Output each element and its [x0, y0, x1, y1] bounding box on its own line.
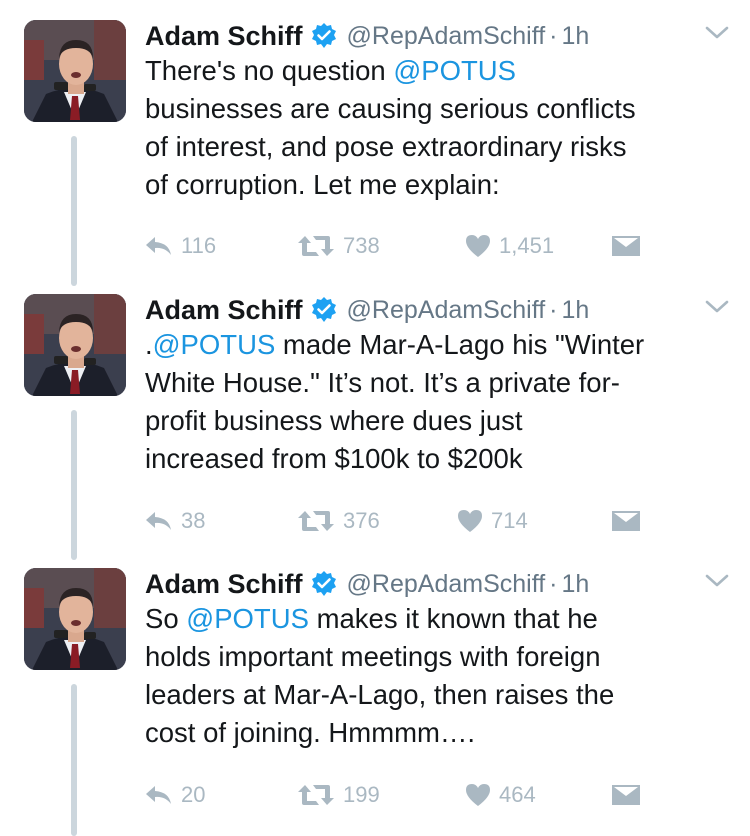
avatar[interactable]	[24, 294, 126, 396]
envelope-icon	[611, 783, 641, 807]
tweet-text: There's no question @POTUS businesses ar…	[145, 52, 735, 204]
retweet-button[interactable]: 738	[297, 229, 380, 263]
text-line: increased from $100k to $200k	[145, 443, 523, 474]
like-count: 714	[491, 508, 528, 533]
heart-icon	[457, 509, 483, 533]
retweet-icon	[297, 509, 335, 533]
text-line: profit business where dues just	[145, 405, 523, 436]
direct-message-button[interactable]	[611, 778, 641, 812]
reply-icon	[145, 784, 173, 806]
chevron-down-icon[interactable]	[704, 298, 730, 316]
text-fragment: So	[145, 603, 187, 634]
author-name[interactable]: Adam Schiff	[145, 295, 303, 326]
reply-button[interactable]: 20	[145, 778, 205, 812]
reply-button[interactable]: 38	[145, 504, 205, 538]
envelope-icon	[611, 509, 641, 533]
tweet-header: Adam Schiff @RepAdamSchiff · 1h	[145, 566, 589, 602]
text-line: of corruption. Let me explain:	[145, 169, 500, 200]
separator-dot: ·	[549, 295, 558, 324]
text-line: of interest, and pose extraordinary risk…	[145, 131, 627, 162]
verified-badge-icon	[311, 571, 337, 597]
retweet-count: 376	[343, 508, 380, 533]
avatar[interactable]	[24, 568, 126, 670]
text-line: cost of joining. Hmmmm….	[145, 717, 476, 748]
text-line: holds important meetings with foreign	[145, 641, 601, 672]
retweet-count: 199	[343, 782, 380, 807]
avatar-image	[24, 294, 126, 396]
chevron-down-icon[interactable]	[704, 24, 730, 42]
text-line: businesses are causing serious conflicts	[145, 93, 636, 124]
tweet[interactable]: Adam Schiff @RepAdamSchiff · 1h So @POTU…	[0, 566, 750, 836]
like-count: 1,451	[499, 233, 555, 258]
author-name[interactable]: Adam Schiff	[145, 21, 303, 52]
heart-icon	[465, 234, 491, 258]
chevron-down-icon[interactable]	[704, 572, 730, 590]
thread-line	[71, 136, 77, 286]
text-fragment: .	[145, 329, 153, 360]
tweet-header: Adam Schiff @RepAdamSchiff · 1h	[145, 18, 589, 54]
retweet-count: 738	[343, 233, 380, 258]
tweet-actions: 38 376 714	[145, 504, 665, 538]
avatar[interactable]	[24, 20, 126, 122]
tweet[interactable]: Adam Schiff @RepAdamSchiff · 1h .@POTUS …	[0, 292, 750, 564]
tweet-actions: 116 738 1,451	[145, 229, 665, 263]
reply-button[interactable]: 116	[145, 229, 216, 263]
author-handle[interactable]: @RepAdamSchiff	[347, 570, 546, 599]
reply-count: 20	[181, 782, 206, 807]
reply-icon	[145, 235, 173, 257]
like-count: 464	[499, 782, 536, 807]
heart-icon	[465, 783, 491, 807]
tweet-text: So @POTUS makes it known that he holds i…	[145, 600, 735, 752]
avatar-image	[24, 568, 126, 670]
verified-badge-icon	[311, 23, 337, 49]
timestamp[interactable]: 1h	[561, 22, 589, 51]
like-button[interactable]: 464	[465, 778, 536, 812]
envelope-icon	[611, 234, 641, 258]
direct-message-button[interactable]	[611, 229, 641, 263]
text-fragment: There's no question	[145, 55, 394, 86]
mention-link[interactable]: @POTUS	[153, 329, 276, 360]
text-fragment: made Mar-A-Lago his "Winter	[275, 329, 645, 360]
retweet-icon	[297, 234, 335, 258]
reply-icon	[145, 510, 173, 532]
author-name[interactable]: Adam Schiff	[145, 569, 303, 600]
like-button[interactable]: 714	[457, 504, 528, 538]
text-line: leaders at Mar-A-Lago, then raises the	[145, 679, 615, 710]
timestamp[interactable]: 1h	[561, 570, 589, 599]
retweet-button[interactable]: 199	[297, 778, 380, 812]
text-fragment: makes it known that he	[308, 603, 598, 634]
mention-link[interactable]: @POTUS	[186, 603, 309, 634]
separator-dot: ·	[549, 569, 558, 598]
separator-dot: ·	[549, 21, 558, 50]
verified-badge-icon	[311, 297, 337, 323]
tweet-header: Adam Schiff @RepAdamSchiff · 1h	[145, 292, 589, 328]
reply-count: 38	[181, 508, 206, 533]
text-line: White House." It’s not. It’s a private f…	[145, 367, 620, 398]
direct-message-button[interactable]	[611, 504, 641, 538]
tweet-text: .@POTUS made Mar-A-Lago his "Winter Whit…	[145, 326, 735, 478]
thread-line	[71, 410, 77, 560]
tweet[interactable]: Adam Schiff @RepAdamSchiff · 1h There's …	[0, 18, 750, 290]
tweet-actions: 20 199 464	[145, 778, 665, 812]
retweet-button[interactable]: 376	[297, 504, 380, 538]
thread-line	[71, 684, 77, 836]
author-handle[interactable]: @RepAdamSchiff	[347, 296, 546, 325]
like-button[interactable]: 1,451	[465, 229, 554, 263]
avatar-image	[24, 20, 126, 122]
retweet-icon	[297, 783, 335, 807]
author-handle[interactable]: @RepAdamSchiff	[347, 22, 546, 51]
mention-link[interactable]: @POTUS	[393, 55, 516, 86]
reply-count: 116	[181, 233, 217, 258]
timestamp[interactable]: 1h	[561, 296, 589, 325]
